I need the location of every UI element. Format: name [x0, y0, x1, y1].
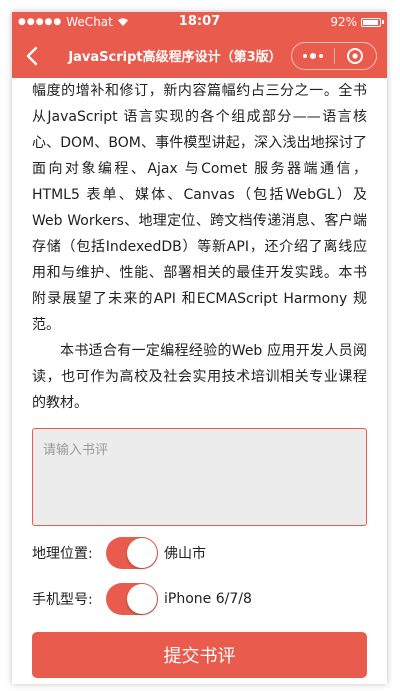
submit-review-button[interactable]: 提交书评 [32, 632, 367, 678]
mini-program-capsule [291, 42, 377, 70]
page-title: JavaScript高级程序设计（第3版） [68, 50, 282, 65]
more-dot-icon [303, 54, 307, 58]
description-paragraph: 本书适合有一定编程经验的Web 应用开发人员阅读，也可作为高校及社会实用技术培训… [32, 343, 367, 411]
more-dot-icon [310, 53, 316, 59]
battery-percent: 92% [330, 15, 357, 29]
more-dot-icon [319, 54, 323, 58]
toggle-knob [127, 538, 157, 568]
description-paragraph: 幅度的增补和修订，新内容篇幅约占三分之一。全书从JavaScript 语言实现的… [32, 83, 367, 333]
location-label: 地理位置: [32, 546, 93, 562]
review-input[interactable] [43, 439, 356, 515]
page-content: 幅度的增补和修订，新内容篇幅约占三分之一。全书从JavaScript 语言实现的… [12, 78, 387, 678]
close-button[interactable] [335, 47, 376, 65]
more-button[interactable] [292, 53, 334, 59]
location-value: 佛山市 [164, 546, 206, 562]
battery-group: 92% [330, 15, 384, 29]
device-toggle[interactable] [106, 583, 158, 615]
location-toggle[interactable] [106, 537, 158, 569]
toggle-knob [127, 584, 157, 614]
target-close-icon [347, 48, 364, 64]
device-value: iPhone 6/7/8 [164, 591, 252, 607]
phone-screen: ●●●●● WeChat 18:07 92% JavaScript高级程序设计（… [12, 12, 387, 684]
device-row: 手机型号: iPhone 6/7/8 [32, 576, 367, 622]
location-row: 地理位置: 佛山市 [32, 530, 367, 576]
book-description: 幅度的增补和修订，新内容篇幅约占三分之一。全书从JavaScript 语言实现的… [32, 78, 367, 416]
device-label: 手机型号: [32, 592, 93, 608]
back-button[interactable] [18, 40, 46, 72]
battery-icon [361, 17, 384, 27]
review-box [32, 428, 367, 526]
nav-bar: JavaScript高级程序设计（第3版） [12, 34, 387, 78]
chevron-left-icon [26, 46, 38, 66]
status-bar: ●●●●● WeChat 18:07 92% [12, 12, 387, 34]
